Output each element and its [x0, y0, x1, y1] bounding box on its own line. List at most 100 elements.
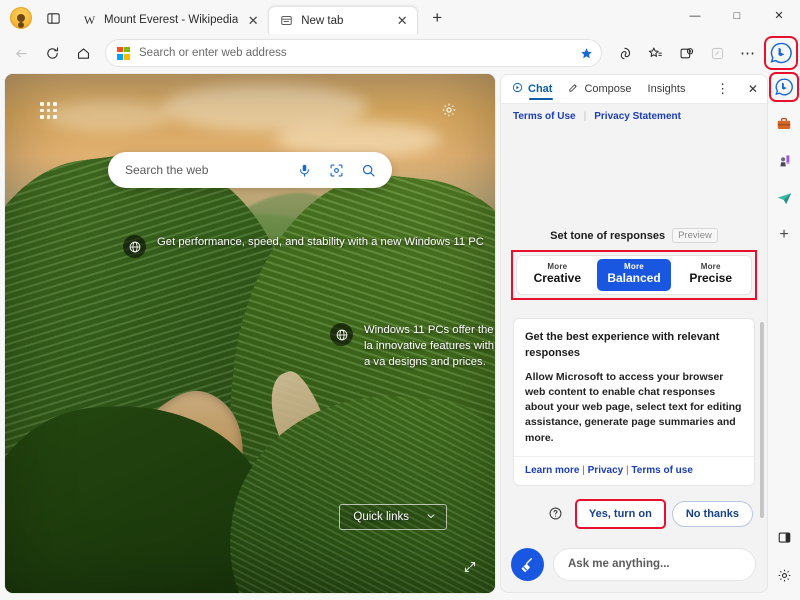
tone-option-creative[interactable]: More Creative: [520, 259, 595, 291]
link-separator: |: [582, 464, 585, 476]
chat-input[interactable]: Ask me anything...: [553, 547, 756, 581]
tab-search-icon[interactable]: [40, 5, 66, 31]
new-tab-button[interactable]: +: [424, 5, 450, 31]
yes-turn-on-button[interactable]: Yes, turn on: [574, 498, 666, 529]
collections-icon[interactable]: [671, 38, 701, 68]
tab-compose[interactable]: Compose: [567, 75, 632, 103]
web-search-box[interactable]: Search the web: [108, 152, 392, 188]
chevron-down-icon[interactable]: [425, 510, 437, 525]
back-arrow-icon[interactable]: [6, 38, 36, 68]
chat-bubble-icon: [512, 82, 523, 96]
tab-insights[interactable]: Insights: [647, 75, 687, 103]
promo-card-1[interactable]: Get performance, speed, and stability wi…: [123, 234, 484, 258]
promo-text: Get performance, speed, and stability wi…: [157, 236, 484, 248]
split-screen-icon[interactable]: [609, 38, 639, 68]
globe-icon: [330, 323, 353, 346]
chat-more-options-button[interactable]: ⋮: [714, 79, 730, 99]
link-separator: |: [626, 464, 629, 476]
consent-actions: Yes, turn on No thanks: [513, 498, 755, 529]
tone-option-balanced[interactable]: More Balanced: [596, 259, 672, 292]
consent-body: Allow Microsoft to access your browser w…: [525, 370, 742, 444]
learn-more-link[interactable]: Learn more: [525, 465, 579, 476]
tab-label: Insights: [647, 83, 686, 95]
navigation-toolbar: Search or enter web address ⋯: [0, 34, 800, 72]
browser-window: W Mount Everest - Wikipedia ✕ New tab ✕ …: [0, 0, 800, 600]
chat-scroll-area: Terms of Use | Privacy Statement Set ton…: [501, 104, 767, 540]
close-icon[interactable]: ✕: [394, 13, 410, 29]
privacy-statement-link[interactable]: Privacy Statement: [594, 111, 681, 122]
tab-label: Compose: [584, 83, 632, 95]
newtab-favicon: [279, 14, 294, 27]
tone-selector-highlight: More Creative More Balanced More Precise: [511, 249, 757, 301]
consent-heading: Get the best experience with relevant re…: [525, 331, 720, 359]
legal-links: Terms of Use | Privacy Statement: [513, 104, 755, 122]
sidebar-item-outlook[interactable]: [771, 185, 797, 211]
consent-links: Learn more | Privacy | Terms of use: [525, 457, 743, 485]
search-input-placeholder[interactable]: Search the web: [125, 163, 285, 177]
tab-title: Mount Everest - Wikipedia: [104, 14, 239, 26]
sidebar-item-discover[interactable]: [769, 72, 799, 102]
compose-pencil-icon: [568, 82, 579, 96]
window-controls: — □ ✕: [674, 0, 800, 31]
tab-chat[interactable]: Chat: [511, 75, 554, 103]
browser-essentials-icon[interactable]: [771, 524, 797, 550]
star-filled-icon[interactable]: [575, 42, 597, 64]
sidebar-item-games[interactable]: [771, 148, 797, 174]
maximize-button[interactable]: □: [716, 0, 758, 31]
close-window-button[interactable]: ✕: [758, 0, 800, 31]
no-thanks-button[interactable]: No thanks: [671, 500, 753, 527]
profile-avatar[interactable]: [10, 7, 32, 29]
address-input-placeholder[interactable]: Search or enter web address: [139, 47, 566, 59]
search-icon[interactable]: [355, 157, 381, 183]
tab-title: New tab: [301, 14, 344, 27]
privacy-link[interactable]: Privacy: [588, 465, 624, 476]
page-settings-gear-icon[interactable]: [441, 102, 457, 123]
promo-card-2[interactable]: Windows 11 PCs offer the la​ innovative …: [330, 322, 495, 370]
visual-search-icon[interactable]: [323, 157, 349, 183]
microphone-icon[interactable]: [291, 157, 317, 183]
chat-close-icon[interactable]: ✕: [745, 79, 761, 99]
promo-text: Windows 11 PCs offer the la​ innovative …: [364, 324, 494, 369]
terms-of-use-link[interactable]: Terms of use: [631, 465, 693, 476]
globe-icon: [123, 235, 146, 258]
new-topic-broom-icon[interactable]: [511, 547, 544, 581]
tab-label: Chat: [528, 83, 553, 95]
legal-separator: |: [583, 111, 587, 122]
tone-selector: More Creative More Balanced More Precise: [516, 255, 752, 296]
tone-label: Creative: [533, 270, 582, 285]
sidebar-bottom-group: [771, 524, 797, 588]
title-bar: W Mount Everest - Wikipedia ✕ New tab ✕ …: [0, 0, 800, 34]
quick-links-label: Quick links: [353, 511, 409, 523]
refresh-icon[interactable]: [37, 38, 67, 68]
tab-new-tab[interactable]: New tab ✕: [268, 6, 419, 34]
home-icon[interactable]: [68, 38, 98, 68]
address-bar[interactable]: Search or enter web address: [105, 39, 602, 67]
bing-chat-icon[interactable]: [764, 36, 798, 70]
settings-and-more-button[interactable]: ⋯: [733, 38, 763, 68]
tone-option-precise[interactable]: More Precise: [673, 259, 748, 291]
close-icon[interactable]: ✕: [245, 12, 261, 28]
tone-header: Set tone of responses Preview: [513, 228, 755, 243]
tab-mount-everest[interactable]: W Mount Everest - Wikipedia ✕: [72, 6, 268, 34]
favorites-star-list-icon[interactable]: [640, 38, 670, 68]
sidebar-item-shopping[interactable]: [771, 111, 797, 137]
terms-of-use-link[interactable]: Terms of Use: [513, 111, 576, 122]
chat-panel-header: Chat Compose Insights ⋮ ✕: [501, 75, 767, 104]
app-launcher-grid-icon[interactable]: [40, 102, 57, 119]
quick-links-button[interactable]: Quick links: [339, 504, 447, 530]
microsoft-logo-icon: [117, 46, 130, 60]
sidebar-customize-button[interactable]: +: [771, 222, 797, 248]
chat-composer: Ask me anything...: [501, 540, 767, 592]
expand-arrows-icon[interactable]: [463, 560, 477, 579]
question-mark-icon[interactable]: [547, 505, 565, 523]
chat-scrollbar[interactable]: [760, 322, 764, 518]
minimize-button[interactable]: —: [674, 0, 716, 31]
preview-badge: Preview: [672, 228, 718, 243]
tone-title: Set tone of responses: [550, 229, 666, 242]
edge-sidebar: +: [768, 72, 800, 600]
edge-profile-icon[interactable]: [702, 38, 732, 68]
new-tab-page: Search the web Get performance, speed, a…: [5, 74, 495, 593]
bing-chat-panel: Chat Compose Insights ⋮ ✕ Terms of Use |…: [500, 74, 768, 593]
wikipedia-favicon: W: [83, 12, 96, 27]
sidebar-settings-gear-icon[interactable]: [771, 562, 797, 588]
